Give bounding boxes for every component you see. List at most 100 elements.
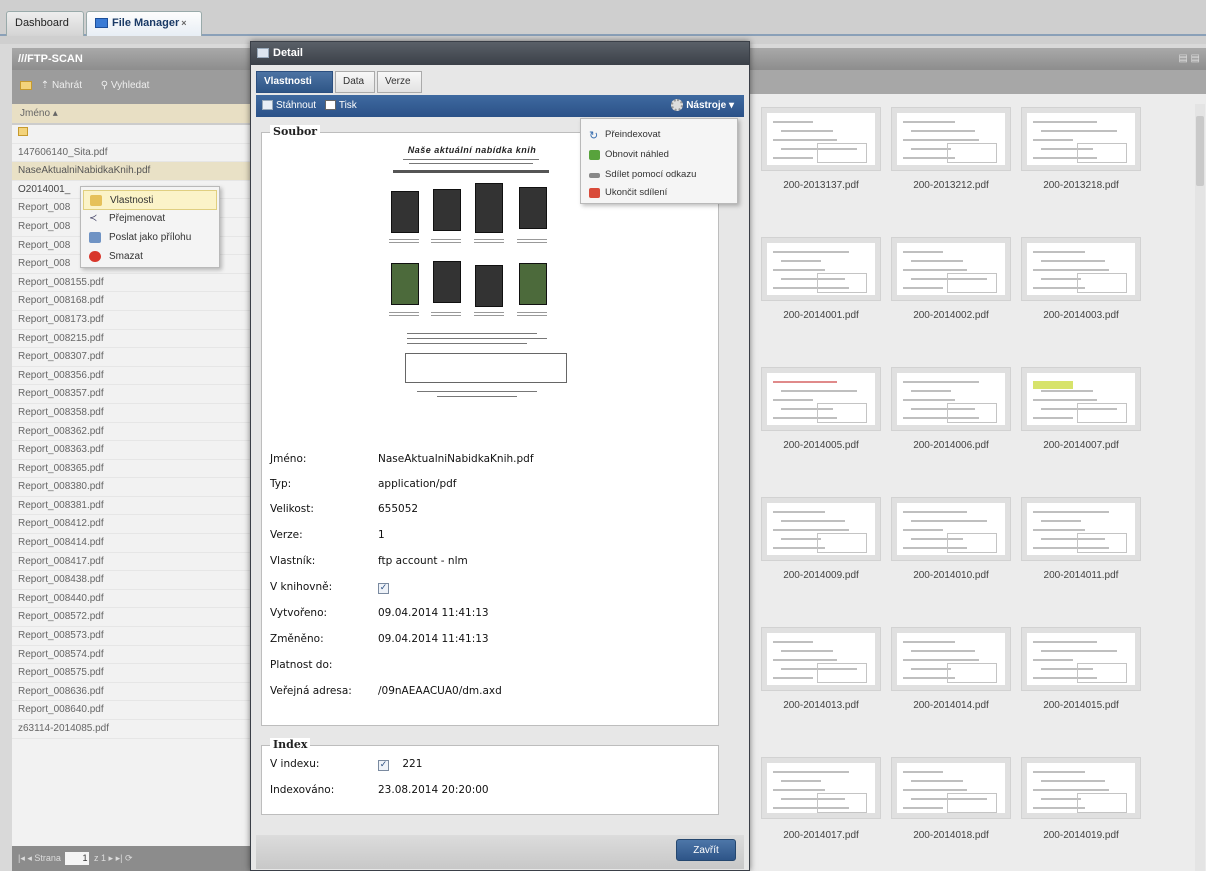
thumbnail[interactable] (1022, 758, 1140, 818)
tools-button[interactable]: Nástroje ▾ (671, 95, 734, 117)
thumbnail[interactable] (1022, 108, 1140, 170)
list-item[interactable]: Report_008575.pdf (12, 664, 250, 683)
prev-page-icon[interactable]: ◂ (27, 853, 32, 863)
list-item[interactable]: Report_008574.pdf (12, 646, 250, 665)
list-item[interactable]: Report_008572.pdf (12, 608, 250, 628)
thumbnail[interactable] (1022, 628, 1140, 690)
list-item[interactable]: NaseAktualniNabidkaKnih.pdf (12, 162, 250, 181)
thumbnail-label[interactable]: 200-2014009.pdf (757, 570, 885, 581)
search-button[interactable]: ⚲ Vyhledat (101, 80, 158, 91)
print-button[interactable]: Tisk (324, 100, 357, 111)
thumbnail-label[interactable]: 200-2014011.pdf (1017, 570, 1145, 581)
tab-file-manager[interactable]: File Manager × (86, 11, 202, 36)
thumbnail-label[interactable]: 200-2014006.pdf (887, 440, 1015, 451)
thumbnail[interactable] (1022, 498, 1140, 560)
next-page-icon[interactable]: ▸ (109, 853, 114, 863)
list-item[interactable]: Report_008417.pdf (12, 553, 250, 572)
list-item[interactable]: Report_008173.pdf (12, 311, 250, 330)
list-item[interactable]: Report_008307.pdf (12, 348, 250, 367)
list-item[interactable]: Report_008440.pdf (12, 590, 250, 609)
menu-item-refresh-preview[interactable]: Obnovit náhled (581, 145, 737, 165)
list-item[interactable]: Report_008380.pdf (12, 478, 250, 497)
thumbnail[interactable] (892, 368, 1010, 430)
tab-properties[interactable]: Vlastnosti (256, 71, 333, 93)
list-item[interactable]: Report_008168.pdf (12, 292, 250, 311)
thumbnail[interactable] (1022, 238, 1140, 300)
refresh-icon[interactable]: ⟳ (125, 853, 133, 863)
thumbnail[interactable] (892, 628, 1010, 690)
thumbnail-label[interactable]: 200-2014003.pdf (1017, 310, 1145, 321)
new-folder-icon[interactable] (20, 80, 32, 90)
first-page-icon[interactable]: |◂ (18, 853, 25, 863)
menu-item-stop-sharing[interactable]: Ukončit sdílení (581, 183, 737, 203)
menu-item-delete[interactable]: Smazat (83, 247, 217, 267)
thumbnail-label[interactable]: 200-2013212.pdf (887, 180, 1015, 191)
thumbnail[interactable] (892, 108, 1010, 170)
in-index-checkbox[interactable]: ✓ (378, 760, 389, 771)
list-item[interactable]: Report_008365.pdf (12, 460, 250, 479)
tab-versions[interactable]: Verze (377, 71, 422, 93)
upload-button[interactable]: ⇡ Nahrát (41, 80, 90, 91)
panel-header-icons[interactable]: ▤ ▤ (1178, 48, 1200, 70)
close-tab-icon[interactable]: × (181, 18, 186, 28)
thumbnail-label[interactable]: 200-2014017.pdf (757, 830, 885, 841)
thumbnail-label[interactable]: 200-2014014.pdf (887, 700, 1015, 711)
thumbnail[interactable] (762, 108, 880, 170)
menu-item-send-attachment[interactable]: Poslat jako přílohu (83, 228, 217, 248)
thumbnail-label[interactable]: 200-2014002.pdf (887, 310, 1015, 321)
close-button[interactable]: Zavřít (676, 839, 736, 861)
thumbnail[interactable] (892, 238, 1010, 300)
thumbnail-label[interactable]: 200-2013218.pdf (1017, 180, 1145, 191)
thumbnail-label[interactable]: 200-2014001.pdf (757, 310, 885, 321)
list-item[interactable]: z63114-2014085.pdf (12, 720, 250, 739)
thumbnail[interactable] (762, 368, 880, 430)
menu-item-properties[interactable]: Vlastnosti (83, 190, 217, 210)
list-item[interactable]: Report_008640.pdf (12, 701, 250, 720)
page-input[interactable]: 1 (65, 852, 90, 866)
thumbnail[interactable] (762, 498, 880, 560)
download-button[interactable]: Stáhnout (262, 100, 316, 111)
column-header-name[interactable]: Jméno ▴ (12, 104, 250, 125)
list-item[interactable]: Report_008636.pdf (12, 683, 250, 702)
dialog-title[interactable]: Detail (251, 42, 749, 65)
thumbnail-label[interactable]: 200-2014013.pdf (757, 700, 885, 711)
thumbnail-label[interactable]: 200-2013137.pdf (757, 180, 885, 191)
thumbnail-label[interactable]: 200-2014018.pdf (887, 830, 1015, 841)
thumbnail[interactable] (892, 498, 1010, 560)
list-item[interactable]: Report_008155.pdf (12, 274, 250, 293)
list-item[interactable]: 147606140_Sita.pdf (12, 144, 250, 163)
list-item[interactable]: Report_008358.pdf (12, 404, 250, 423)
list-item[interactable]: Report_008414.pdf (12, 534, 250, 553)
file-preview[interactable]: Naše aktuální nabídka knih (377, 143, 567, 403)
thumbnail-label[interactable]: 200-2014005.pdf (757, 440, 885, 451)
thumbnail[interactable] (1022, 368, 1140, 430)
thumbnail[interactable] (762, 628, 880, 690)
list-item[interactable]: Report_008573.pdf (12, 627, 250, 646)
list-item[interactable]: Report_008412.pdf (12, 515, 250, 535)
menu-item-reindex[interactable]: ↻ Přeindexovat (581, 125, 737, 145)
thumbnail-scrollbar[interactable] (1195, 104, 1205, 871)
tab-dashboard[interactable]: Dashboard (6, 11, 84, 36)
list-item-parent-folder[interactable] (12, 125, 250, 144)
thumbnail[interactable] (762, 758, 880, 818)
thumbnail[interactable] (892, 758, 1010, 818)
list-item[interactable]: Report_008362.pdf (12, 423, 250, 442)
thumbnail-label[interactable]: 200-2014010.pdf (887, 570, 1015, 581)
list-item[interactable]: Report_008438.pdf (12, 571, 250, 590)
tab-data[interactable]: Data (335, 71, 375, 93)
thumbnail-label[interactable]: 200-2014015.pdf (1017, 700, 1145, 711)
scrollbar-thumb[interactable] (1196, 116, 1204, 186)
list-item[interactable]: Report_008363.pdf (12, 441, 250, 460)
list-item[interactable]: Report_008381.pdf (12, 497, 250, 516)
menu-item-rename[interactable]: ≺ Přejmenovat (83, 209, 217, 229)
menu-item-share-link[interactable]: Sdílet pomocí odkazu (581, 165, 737, 185)
thumbnail-label[interactable]: 200-2014019.pdf (1017, 830, 1145, 841)
list-item[interactable]: Report_008215.pdf (12, 330, 250, 349)
in-library-checkbox[interactable]: ✓ (378, 583, 389, 594)
thumbnail[interactable] (762, 238, 880, 300)
prop-value[interactable]: /09nAEAACUA0/dm.axd (378, 685, 502, 697)
last-page-icon[interactable]: ▸| (116, 853, 123, 863)
list-item[interactable]: Report_008356.pdf (12, 367, 250, 386)
thumbnail-label[interactable]: 200-2014007.pdf (1017, 440, 1145, 451)
list-item[interactable]: Report_008357.pdf (12, 385, 250, 404)
